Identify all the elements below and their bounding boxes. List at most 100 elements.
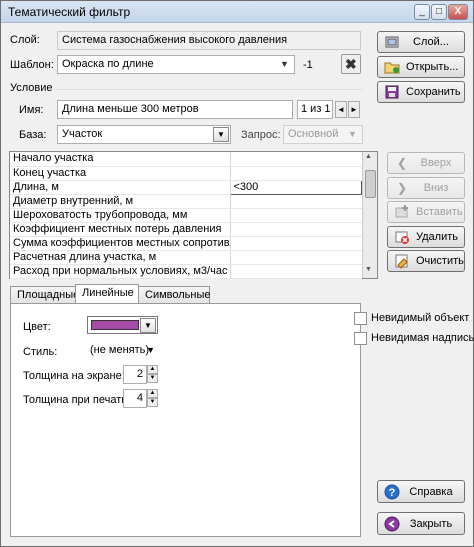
delete-label: Удалить (416, 231, 458, 243)
property-value[interactable] (230, 250, 362, 265)
maximize-button[interactable]: □ (431, 4, 447, 20)
property-name: Конец участка (10, 166, 231, 181)
line-style-value: (не менять) (90, 344, 150, 356)
tab-line[interactable]: Линейные (75, 284, 139, 303)
move-up-button[interactable]: ❮ Вверх (387, 152, 465, 174)
property-value[interactable] (230, 236, 362, 251)
help-label: Справка (409, 485, 453, 498)
property-value[interactable] (230, 166, 362, 181)
help-icon: ? (384, 484, 400, 500)
next-condition-button[interactable]: ► (348, 101, 360, 118)
print-width-spinner[interactable]: ▲ ▼ (147, 389, 158, 408)
screen-width-spinner[interactable]: ▲ ▼ (147, 365, 158, 384)
close-window-button[interactable]: X (448, 4, 468, 20)
svg-text:?: ? (389, 487, 396, 499)
template-label: Шаблон: (10, 59, 54, 71)
property-name: Длина, м (10, 180, 231, 195)
style-label: Стиль: (23, 346, 58, 358)
line-style-panel: Цвет: ▼ Стиль: (не менять) ▼ Толщина на … (10, 303, 361, 537)
table-row[interactable]: Начало участка (10, 152, 362, 167)
scroll-thumb[interactable] (365, 170, 376, 198)
table-row[interactable]: Коэффициент местных потерь давления (10, 222, 362, 237)
table-row[interactable]: Диаметр внутренний, м (10, 194, 362, 209)
layer-button[interactable]: Слой... (377, 31, 465, 53)
help-button[interactable]: ? Справка (377, 480, 465, 503)
open-button-label: Открыть... (406, 61, 459, 73)
tab-symbol[interactable]: Символьные (138, 286, 211, 303)
tab-area[interactable]: Площадные (10, 286, 79, 303)
property-name: Расчетная длина участка, м (10, 250, 231, 265)
property-value[interactable] (230, 194, 362, 209)
properties-table: Начало участка Конец участка Длина, м <300 Д… (10, 152, 362, 279)
scroll-down-icon: ▼ (365, 266, 372, 273)
exit-icon (384, 516, 400, 532)
name-label: Имя: (19, 104, 44, 116)
invisible-label-checkbox[interactable] (354, 332, 367, 345)
open-button[interactable]: Открыть... (377, 56, 465, 78)
property-value[interactable] (230, 152, 362, 167)
prev-condition-button[interactable]: ◄ (335, 101, 347, 118)
property-name: Начало участка (10, 152, 231, 167)
chevron-down-icon: ▼ (280, 59, 289, 69)
layers-icon (384, 34, 400, 50)
close-label: Закрыть (409, 517, 453, 530)
screen-width-input[interactable]: 2 (123, 365, 147, 384)
table-row[interactable]: Сумма коэффициентов местных сопротивлен.… (10, 236, 362, 251)
table-row[interactable]: Длина, м <300 (10, 179, 362, 195)
property-value[interactable] (230, 208, 362, 223)
x-icon: ✖ (345, 56, 357, 72)
template-select[interactable]: Окраска по длине ▼ (57, 55, 295, 74)
close-button[interactable]: Закрыть (377, 512, 465, 535)
title-bar: Тематический фильтр _ □ X (1, 1, 473, 23)
clear-label: Очистить (416, 255, 464, 267)
property-name: Расход при нормальных условиях, м3/час (10, 264, 231, 279)
print-width-label: Толщина при печати: (23, 394, 131, 406)
property-value[interactable] (230, 264, 362, 279)
template-index: -1 (303, 59, 313, 71)
base-label: База: (19, 129, 47, 141)
condition-divider (55, 89, 363, 90)
thematic-filter-dialog: Тематический фильтр _ □ X Слой: Система … (0, 0, 474, 547)
chevron-down-icon: ▼ (348, 129, 357, 139)
delete-icon (394, 229, 410, 245)
color-label: Цвет: (23, 321, 51, 333)
chevron-down-icon: ▼ (146, 345, 155, 355)
line-style-select[interactable]: (не менять) ▼ (87, 341, 158, 360)
property-value[interactable]: <300 (229, 179, 362, 195)
delete-button[interactable]: Удалить (387, 226, 465, 248)
properties-scrollbar[interactable]: ▲ ▼ (362, 152, 377, 278)
clear-button[interactable]: Очистить (387, 250, 465, 272)
property-value[interactable] (230, 222, 362, 237)
move-down-label: Вниз (423, 182, 449, 194)
query-label: Запрос: (241, 129, 281, 141)
property-name: Шероховатость трубопровода, мм (10, 208, 231, 223)
base-select[interactable]: Участок ▼ (57, 125, 231, 144)
condition-name-input[interactable]: Длина меньше 300 метров (57, 100, 293, 119)
template-value: Окраска по длине (62, 58, 154, 70)
open-folder-icon (384, 59, 400, 75)
base-value: Участок (62, 128, 103, 140)
save-button-label: Сохранить (406, 86, 461, 98)
insert-button[interactable]: Вставить (387, 201, 465, 223)
property-name: Диаметр внутренний, м (10, 194, 231, 209)
invisible-object-checkbox[interactable] (354, 312, 367, 325)
table-row[interactable]: Конец участка (10, 166, 362, 181)
scroll-up-icon: ▲ (365, 153, 372, 160)
layer-field: Система газоснабжения высокого давления (57, 31, 361, 50)
insert-label: Вставить (416, 206, 463, 218)
property-name: Коэффициент местных потерь давления (10, 222, 231, 237)
table-row[interactable]: Расчетная длина участка, м (10, 250, 362, 265)
print-width-input[interactable]: 4 (123, 389, 147, 408)
table-row[interactable]: Расход при нормальных условиях, м3/час (10, 264, 362, 279)
color-swatch (91, 320, 139, 330)
minimize-button[interactable]: _ (414, 4, 430, 20)
table-row[interactable]: Шероховатость трубопровода, мм (10, 208, 362, 223)
chevron-down-icon: ▼ (213, 127, 229, 142)
color-picker[interactable]: ▼ (87, 316, 158, 334)
move-down-button[interactable]: ❯ Вниз (387, 177, 465, 199)
chevron-right-icon: ❯ (396, 181, 408, 195)
layer-button-label: Слой... (413, 36, 449, 48)
save-button[interactable]: Сохранить (377, 81, 465, 103)
floppy-disk-icon (384, 84, 400, 100)
clear-template-button[interactable]: ✖ (341, 54, 361, 74)
